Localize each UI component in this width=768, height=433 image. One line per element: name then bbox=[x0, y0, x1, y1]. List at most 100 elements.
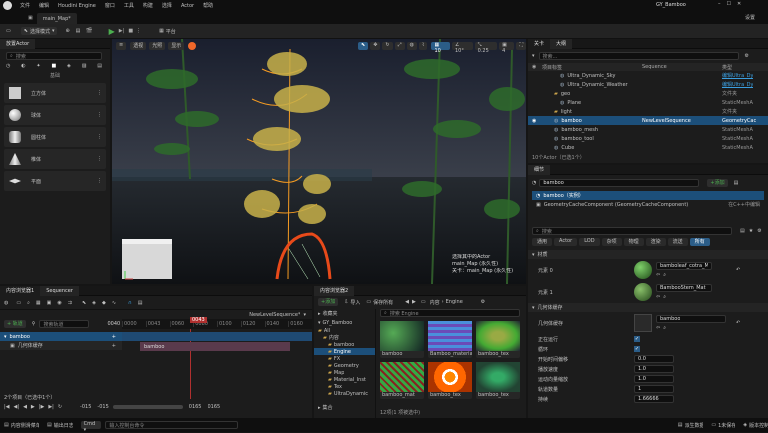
favorites-header[interactable]: ▸ 收藏夹 bbox=[314, 309, 375, 318]
place-item[interactable]: 立方体 ⋮ bbox=[4, 83, 106, 103]
outliner-tab[interactable]: 大纲 bbox=[550, 38, 573, 49]
more-play-icon[interactable]: ⋮ bbox=[136, 28, 141, 34]
film-icon[interactable]: ▦ bbox=[36, 300, 41, 306]
platform-icon[interactable]: ▦ bbox=[159, 28, 164, 34]
volume-icon[interactable]: ▨ bbox=[82, 63, 87, 69]
grid-snap-button[interactable]: ▦ 10 bbox=[431, 42, 450, 54]
prev-key-icon[interactable]: ◀| bbox=[14, 404, 20, 410]
play-icon[interactable]: ▶ bbox=[31, 404, 35, 410]
category-button[interactable]: Actor bbox=[554, 238, 578, 246]
render-icon[interactable]: ◉ bbox=[57, 300, 61, 306]
lit-button[interactable]: 光照 bbox=[149, 42, 166, 50]
category-button[interactable]: 流送 bbox=[667, 238, 688, 246]
details-view-options-icon[interactable]: ▤ bbox=[740, 228, 745, 234]
add-component-button[interactable]: +添加 bbox=[707, 179, 728, 187]
scale-tool-icon[interactable]: ⤢ bbox=[394, 42, 405, 50]
category-button[interactable]: 杂项 bbox=[601, 238, 622, 246]
add-filter-icon[interactable]: ▾ bbox=[532, 53, 535, 59]
visual-icon[interactable]: ◈ bbox=[67, 63, 71, 69]
reset-icon[interactable]: ↶ bbox=[736, 320, 740, 326]
filter-icon[interactable]: ⚲ bbox=[32, 321, 36, 327]
menu-item[interactable]: 选择 bbox=[162, 2, 172, 9]
geo-cache-select[interactable]: bamboo bbox=[656, 315, 726, 323]
derived-data-icon[interactable]: ▤ bbox=[678, 422, 683, 428]
category-button[interactable]: 通用 bbox=[532, 238, 553, 246]
folder-item[interactable]: ▰ All bbox=[314, 327, 375, 334]
folder-item[interactable]: ▰ Map bbox=[314, 369, 375, 376]
folder-item[interactable]: ▰ Tex bbox=[314, 383, 375, 390]
revision-control-button[interactable]: 版本控制 bbox=[749, 422, 768, 429]
browse-icon[interactable]: ⇦ bbox=[656, 272, 660, 278]
unreal-logo-icon[interactable] bbox=[3, 1, 12, 10]
more-icon[interactable]: ⋮ bbox=[97, 156, 102, 162]
key-mode-icon[interactable]: ⬉ bbox=[82, 300, 86, 306]
details-favorite-icon[interactable]: ★ bbox=[749, 228, 753, 234]
bamboo-clip[interactable]: bamboo bbox=[140, 342, 290, 351]
menu-item[interactable]: 窗口 bbox=[105, 2, 115, 9]
map-tab[interactable]: main_Map* bbox=[36, 13, 77, 24]
select-tool-icon[interactable]: ⬉ bbox=[358, 42, 369, 50]
console-input[interactable]: 输入控制台命令 bbox=[105, 421, 238, 429]
viewport-menu-icon[interactable]: ≡ bbox=[116, 42, 127, 50]
camera-icon[interactable]: ▣ bbox=[47, 300, 52, 306]
shapes-icon[interactable]: ■ bbox=[51, 63, 56, 69]
rotate-tool-icon[interactable]: ↻ bbox=[382, 42, 393, 50]
checkbox[interactable]: ✓ bbox=[634, 346, 640, 352]
content-drawer-button[interactable]: 内容侧滑菜单 bbox=[11, 422, 39, 429]
outliner-row[interactable]: ◍ Cube StaticMeshA bbox=[528, 143, 768, 152]
folder-item[interactable]: ▰ 内容 bbox=[314, 334, 375, 342]
details-tab[interactable]: 细节 bbox=[528, 164, 551, 175]
folder-item[interactable]: ▰ Material_Inst bbox=[314, 376, 375, 383]
actor-name-field[interactable]: bamboo bbox=[539, 179, 700, 187]
cinematics-icon[interactable]: 🎬 bbox=[86, 28, 92, 34]
folder-item[interactable]: ▰ FX bbox=[314, 355, 375, 362]
outliner-row[interactable]: ◍ Ultra_Dynamic_Weather 编辑Ultra_Dy bbox=[528, 80, 768, 89]
angle-snap-button[interactable]: ∠ 10° bbox=[451, 42, 473, 54]
add-key-icon[interactable]: + bbox=[112, 343, 116, 349]
view-options-icon[interactable]: ◈ bbox=[92, 300, 96, 306]
frame-field[interactable]: 0040 bbox=[107, 321, 120, 327]
folder-item[interactable]: ▰ Geometry bbox=[314, 362, 375, 369]
unsaved-button[interactable]: 1未保存 bbox=[718, 422, 735, 429]
settings-button[interactable]: 设置 bbox=[745, 14, 755, 21]
more-icon[interactable]: ⋮ bbox=[97, 112, 102, 118]
show-button[interactable]: 显示 bbox=[168, 42, 185, 50]
property-value-field[interactable]: 0.0 bbox=[634, 355, 674, 363]
all-classes-icon[interactable]: ▤ bbox=[97, 63, 102, 69]
lock-icon[interactable]: ▤ bbox=[138, 300, 143, 306]
category-button[interactable]: 渲染 bbox=[645, 238, 666, 246]
to-end-icon[interactable]: ▶| bbox=[48, 404, 54, 410]
view-mode-button[interactable]: 透视 bbox=[130, 42, 147, 50]
add-asset-button[interactable]: +添加 bbox=[318, 298, 339, 306]
category-button[interactable]: 物理 bbox=[623, 238, 644, 246]
asset-tile[interactable]: bamboo_tex bbox=[476, 362, 520, 399]
content-browser2-tab[interactable]: 内容浏览器2 bbox=[314, 285, 355, 296]
folder-item[interactable]: ▰ UltraDynamic bbox=[314, 390, 375, 397]
details-search-input[interactable]: ⌕ 搜索 bbox=[532, 227, 732, 235]
outliner-search-input[interactable]: 搜索... bbox=[538, 52, 739, 60]
surface-snap-icon[interactable]: ⌇ bbox=[419, 42, 428, 50]
recent-icon[interactable]: ◷ bbox=[6, 63, 10, 69]
outliner-row-type[interactable]: 编辑Ultra_Dy bbox=[722, 81, 753, 88]
houdini-icon[interactable] bbox=[188, 42, 197, 50]
more-icon[interactable]: ⋮ bbox=[97, 134, 102, 140]
element1-select[interactable]: BambooStem_Mat bbox=[656, 284, 712, 292]
asset-tile[interactable]: bamboo_tex bbox=[428, 362, 472, 399]
nav-back-icon[interactable]: ◀ bbox=[405, 299, 409, 305]
track-search-input[interactable]: 搜索轨道 bbox=[39, 320, 90, 328]
category-button[interactable]: LOD bbox=[579, 238, 600, 246]
maximize-viewport-icon[interactable]: ⛶ bbox=[516, 42, 526, 50]
asset-tile[interactable]: bamboo bbox=[380, 321, 424, 358]
collections-header[interactable]: ▸ 集合 bbox=[314, 403, 333, 412]
geo-section-header[interactable]: ▾ 几何体缓存 bbox=[528, 303, 768, 312]
outliner-row[interactable]: ◍ Ultra_Dynamic_Sky 编辑Ultra_Dy bbox=[528, 71, 768, 80]
use-selected-icon[interactable]: ⌕ bbox=[663, 272, 666, 278]
asset-tile[interactable]: bamboo_mat bbox=[380, 362, 424, 399]
time-scrollbar[interactable] bbox=[112, 405, 183, 409]
material-section-header[interactable]: ▾ 材质 bbox=[528, 250, 768, 259]
playback-options-icon[interactable]: ⇉ bbox=[68, 300, 72, 306]
checkbox[interactable]: ✓ bbox=[634, 336, 640, 342]
details-settings-icon[interactable]: ⚙ bbox=[757, 228, 761, 234]
mode-select[interactable]: ⬉ 选择模式 ▾ bbox=[20, 27, 58, 35]
asset-search-input[interactable]: ⌕ 搜索 Engine bbox=[380, 309, 520, 317]
